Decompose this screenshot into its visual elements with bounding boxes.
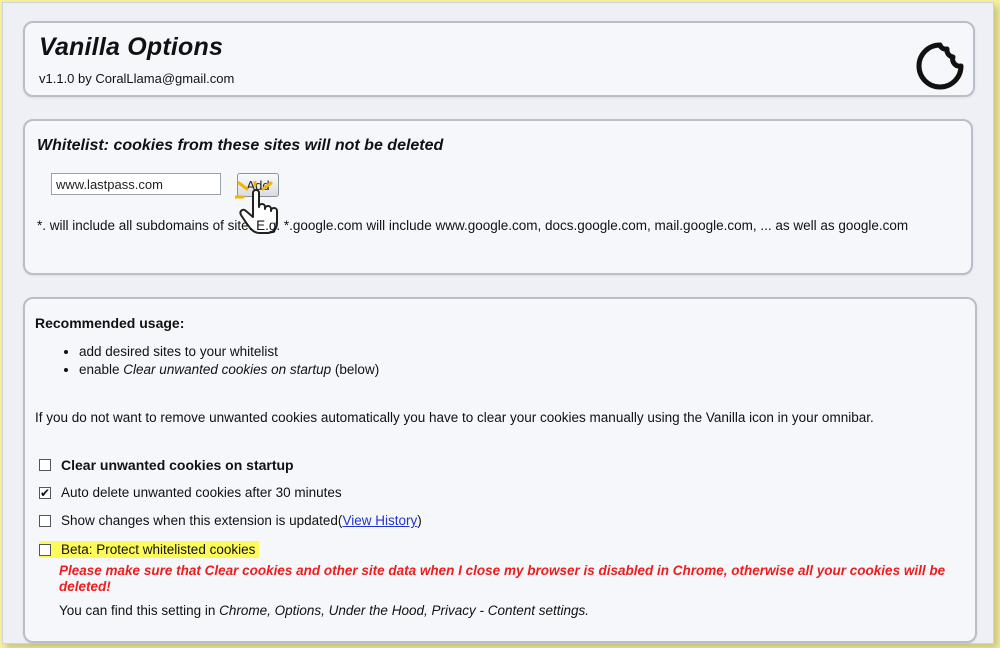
option-auto-delete[interactable]: ✔ Auto delete unwanted cookies after 30 … bbox=[39, 485, 342, 500]
checkbox[interactable] bbox=[39, 543, 51, 556]
option-clear-on-startup[interactable]: Clear unwanted cookies on startup bbox=[39, 457, 294, 473]
cookie-icon bbox=[916, 42, 964, 90]
option-label: Auto delete unwanted cookies after 30 mi… bbox=[61, 485, 342, 500]
whitelist-heading: Whitelist: cookies from these sites will… bbox=[37, 137, 444, 154]
checkbox[interactable] bbox=[39, 459, 51, 471]
warning-part: Please make sure that bbox=[59, 563, 205, 578]
view-history-link[interactable]: View History bbox=[342, 513, 417, 528]
options-page: Vanilla Options v1.1.0 by CoralLlama@gma… bbox=[2, 2, 994, 644]
recommended-list: add desired sites to your whitelist enab… bbox=[35, 343, 379, 379]
header-panel: Vanilla Options v1.1.0 by CoralLlama@gma… bbox=[23, 21, 975, 97]
option-beta-protect[interactable]: Beta: Protect whitelisted cookies bbox=[39, 541, 260, 558]
option-label: Show changes when this extension is upda… bbox=[61, 513, 343, 528]
list-item-text: (below) bbox=[331, 362, 380, 377]
option-show-changes[interactable]: Show changes when this extension is upda… bbox=[39, 513, 422, 528]
setting-location-note: You can find this setting in Chrome, Opt… bbox=[59, 603, 589, 618]
option-label: Beta: Protect whitelisted cookies bbox=[61, 542, 256, 557]
warning-text: Please make sure that Clear cookies and … bbox=[59, 563, 959, 595]
list-item-text: enable bbox=[79, 362, 124, 377]
warning-emphasis: Clear cookies and other site data when I… bbox=[204, 563, 580, 578]
checkbox[interactable] bbox=[39, 514, 51, 527]
page-title: Vanilla Options bbox=[39, 33, 224, 61]
whitelist-panel: Whitelist: cookies from these sites will… bbox=[23, 119, 973, 275]
list-item-emphasis: Clear unwanted cookies on startup bbox=[123, 362, 332, 377]
whitelist-input[interactable] bbox=[51, 173, 221, 195]
option-label-suffix: ) bbox=[417, 513, 422, 528]
setting-note-emphasis: Chrome, Options, Under the Hood, Privacy… bbox=[219, 603, 590, 618]
setting-note-text: You can find this setting in bbox=[59, 603, 220, 618]
list-item: enable Clear unwanted cookies on startup… bbox=[79, 361, 379, 379]
recommended-heading: Recommended usage: bbox=[35, 315, 185, 331]
whitelist-note: *. will include all subdomains of site. … bbox=[37, 218, 909, 233]
checkbox[interactable]: ✔ bbox=[39, 486, 51, 499]
version-text: v1.1.0 by CoralLlama@gmail.com bbox=[39, 71, 235, 86]
list-item: add desired sites to your whitelist bbox=[79, 343, 379, 361]
option-label: Clear unwanted cookies on startup bbox=[61, 457, 294, 473]
recommended-note: If you do not want to remove unwanted co… bbox=[35, 410, 874, 425]
settings-panel: Recommended usage: add desired sites to … bbox=[23, 297, 977, 643]
